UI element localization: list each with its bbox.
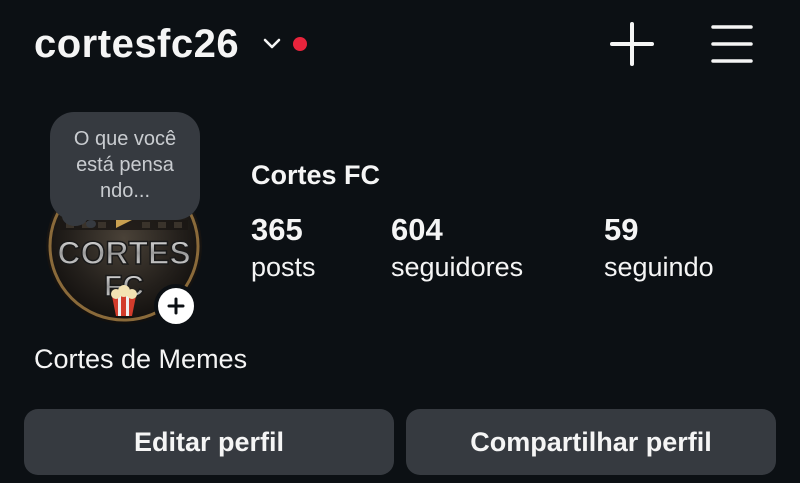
username: cortesfc26 [34,22,240,66]
share-profile-button[interactable]: Compartilhar perfil [406,409,776,475]
notification-dot [293,37,308,51]
stat-followers[interactable]: 604 seguidores [391,212,523,286]
posts-label: posts [251,252,316,282]
bio: Cortes de Memes [34,344,248,374]
following-label: seguindo [604,252,714,282]
display-name: Cortes FC [251,160,381,190]
chevron-down-icon[interactable] [261,33,283,55]
followers-label: seguidores [391,252,524,282]
following-count: 59 [604,212,639,247]
stat-following[interactable]: 59 seguindo [604,212,714,286]
thought-line-2: está pensa [76,154,174,176]
add-story-button[interactable] [154,284,198,328]
account-switcher[interactable]: cortesfc26 [34,18,308,70]
note-thought-bubble[interactable]: O que você está pensa ndo... [50,112,200,220]
create-button[interactable] [608,20,656,68]
followers-count: 604 [391,212,443,247]
hamburger-menu-icon [711,25,753,63]
top-bar: cortesfc26 [0,0,800,90]
plus-icon [610,22,654,66]
menu-button[interactable] [708,20,756,68]
thought-line-3: ndo... [99,180,151,202]
stat-posts[interactable]: 365 posts [251,212,316,286]
plus-icon [167,297,185,315]
thought-bubble-tail-small [86,220,96,228]
edit-profile-button[interactable]: Editar perfil [24,409,394,475]
thought-line-1: O que você [73,128,177,150]
posts-count: 365 [251,212,303,247]
avatar-logo-text-top: CORTES [57,235,190,271]
